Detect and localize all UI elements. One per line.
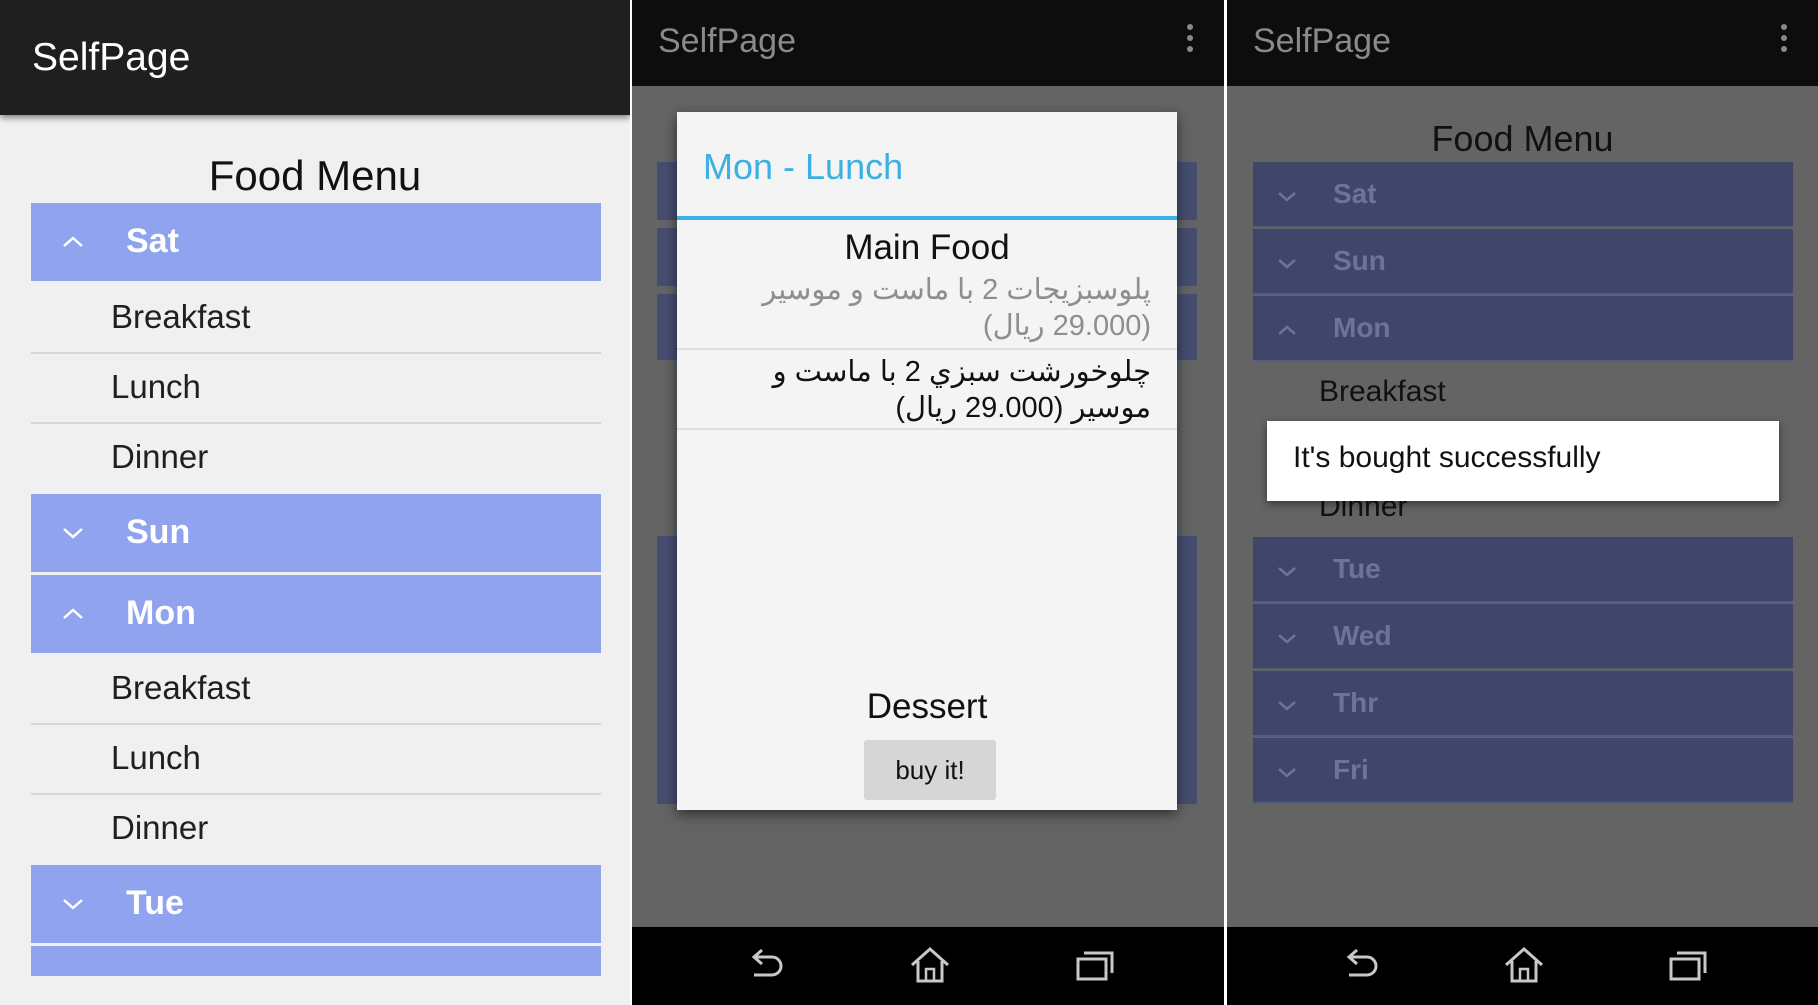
chevron-up-icon xyxy=(1278,325,1296,335)
chevron-down-icon xyxy=(1278,567,1296,577)
day-label: Thr xyxy=(1333,687,1379,718)
meal-item[interactable]: Dinner xyxy=(31,423,601,492)
day-label: Tue xyxy=(126,884,184,922)
back-icon[interactable] xyxy=(742,945,788,985)
day-group-tue[interactable]: Tue xyxy=(31,865,601,943)
meal-label: Lunch xyxy=(111,368,201,405)
meal-label[interactable]: Breakfast xyxy=(1319,375,1446,409)
success-toast: It's bought successfully xyxy=(1267,421,1779,501)
overflow-menu-icon[interactable] xyxy=(1780,24,1788,58)
app-title: SelfPage xyxy=(658,22,796,60)
day-group-fri[interactable]: Fri xyxy=(1253,738,1793,804)
day-label: Sun xyxy=(126,513,191,551)
day-label: Mon xyxy=(126,594,196,632)
day-group-tue[interactable]: Tue xyxy=(1253,537,1793,603)
dialog-title: Mon - Lunch xyxy=(703,146,904,187)
day-label: Wed xyxy=(1333,620,1392,651)
app-title: SelfPage xyxy=(32,36,191,79)
dialog-title-divider xyxy=(677,216,1177,220)
divider xyxy=(677,348,1177,350)
buy-button[interactable]: buy it! xyxy=(864,740,996,800)
food-option[interactable]: پلوسبزیجات 2 با ماست و موسیر (29.000 ریا… xyxy=(711,272,1151,344)
day-group-partial[interactable] xyxy=(31,946,601,976)
chevron-down-icon xyxy=(63,899,83,910)
toast-message: It's bought successfully xyxy=(1293,441,1601,474)
day-label: Fri xyxy=(1333,754,1369,785)
chevron-down-icon xyxy=(63,528,83,539)
meal-label: Lunch xyxy=(111,739,201,776)
meal-label: Dinner xyxy=(111,809,209,846)
chevron-down-icon xyxy=(1278,192,1296,202)
day-label: Sat xyxy=(1333,178,1377,209)
nav-bar xyxy=(1227,927,1818,1005)
main-food-heading: Main Food xyxy=(844,228,1010,267)
meal-item[interactable]: Lunch xyxy=(31,724,601,795)
screen-lunch-dialog: SelfPage Mon - Lunch Main Food پلوسبزیجا… xyxy=(632,0,1224,1005)
day-label: Tue xyxy=(1333,553,1381,584)
chevron-down-icon xyxy=(1278,259,1296,269)
chevron-down-icon xyxy=(1278,701,1296,711)
chevron-up-icon xyxy=(63,608,83,619)
action-bar: SelfPage xyxy=(632,0,1224,86)
day-group-sat[interactable]: Sat xyxy=(1253,162,1793,228)
screen-purchase-confirmed: SelfPage Food Menu Sat Sun Mon Breakfast… xyxy=(1227,0,1818,1005)
home-icon[interactable] xyxy=(907,945,953,985)
page-title: Food Menu xyxy=(208,152,422,199)
meal-item[interactable]: Breakfast xyxy=(31,654,601,725)
chevron-down-icon xyxy=(1278,634,1296,644)
day-group-wed[interactable]: Wed xyxy=(1253,604,1793,670)
day-label: Sat xyxy=(126,222,179,260)
day-group-mon[interactable]: Mon xyxy=(1253,296,1793,362)
app-title: SelfPage xyxy=(1253,22,1391,60)
screen-food-menu: SelfPage Food Menu Sat Breakfast Lunch D… xyxy=(0,0,630,1005)
day-group-sun[interactable]: Sun xyxy=(1253,229,1793,295)
dessert-heading: Dessert xyxy=(866,687,988,726)
nav-bar xyxy=(632,927,1224,1005)
meal-label: Breakfast xyxy=(111,298,251,335)
day-group-sat[interactable]: Sat xyxy=(31,203,601,281)
back-icon[interactable] xyxy=(1337,945,1383,985)
home-icon[interactable] xyxy=(1501,945,1547,985)
meal-item[interactable]: Breakfast xyxy=(31,283,601,354)
chevron-up-icon xyxy=(63,236,83,247)
meal-dialog: Mon - Lunch Main Food پلوسبزیجات 2 با ما… xyxy=(677,112,1177,810)
meal-label: Breakfast xyxy=(111,669,251,706)
meal-item[interactable]: Lunch xyxy=(31,353,601,424)
divider xyxy=(677,428,1177,430)
day-group-mon[interactable]: Mon xyxy=(31,575,601,653)
action-bar: SelfPage xyxy=(0,0,630,115)
chevron-down-icon xyxy=(1278,768,1296,778)
day-label: Sun xyxy=(1333,245,1386,276)
recents-icon[interactable] xyxy=(1665,945,1711,985)
food-option[interactable]: چلوخورشت سبزي 2 با ماست و موسیر (29.000 … xyxy=(711,354,1151,426)
day-group-thr[interactable]: Thr xyxy=(1253,671,1793,737)
meal-item[interactable]: Dinner xyxy=(31,794,601,863)
day-label: Mon xyxy=(1333,312,1391,343)
recents-icon[interactable] xyxy=(1072,945,1118,985)
day-group-sun[interactable]: Sun xyxy=(31,494,601,572)
action-bar: SelfPage xyxy=(1227,0,1818,86)
overflow-menu-icon[interactable] xyxy=(1186,24,1194,58)
page-title: Food Menu xyxy=(1431,118,1614,159)
meal-label: Dinner xyxy=(111,438,209,475)
